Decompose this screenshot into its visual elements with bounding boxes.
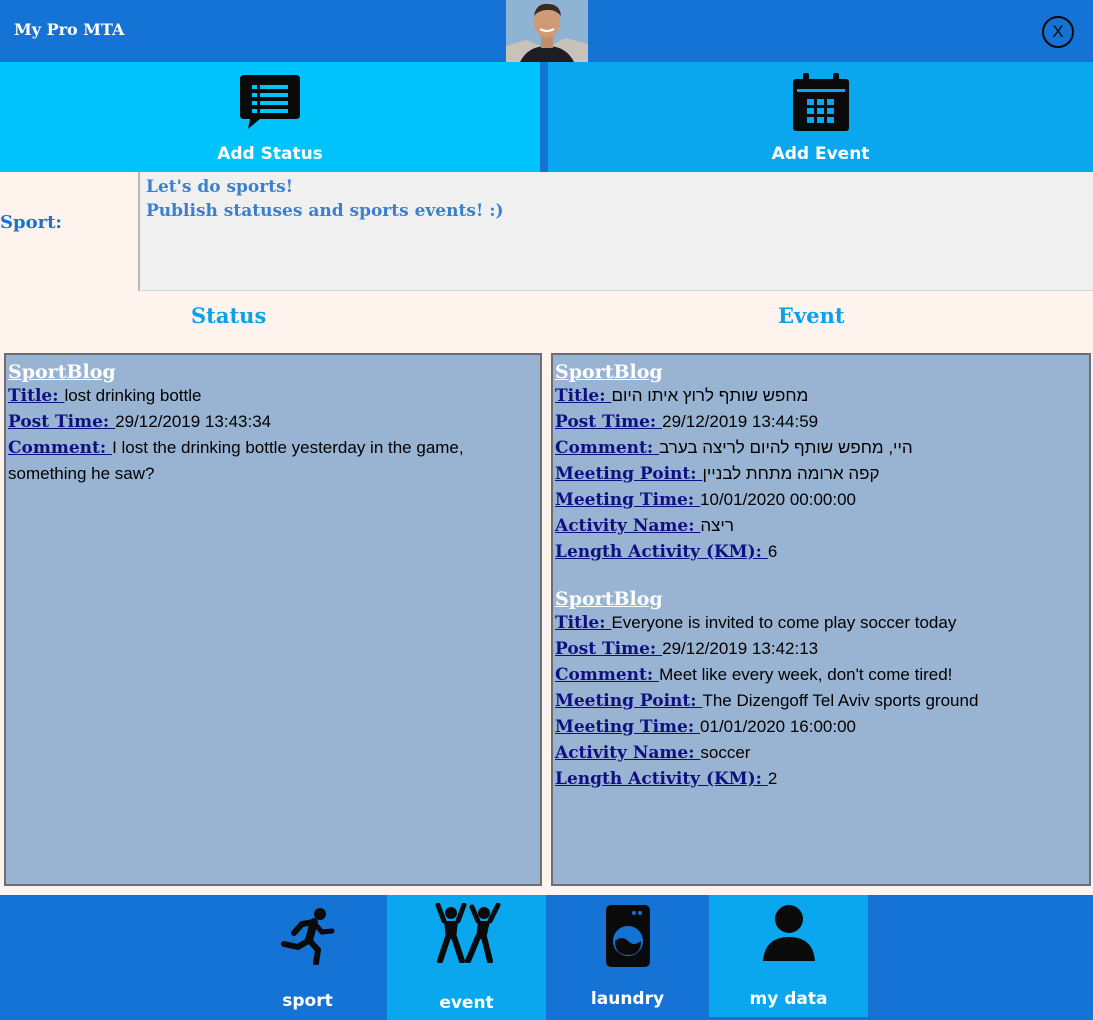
title-bar: My Pro MTA X xyxy=(0,0,1093,62)
title-label: Title: xyxy=(555,386,612,406)
close-button[interactable]: X xyxy=(1042,16,1074,48)
post-time-label: Post Time: xyxy=(555,639,663,659)
user-icon xyxy=(762,905,815,961)
post-title: מחפש שותף לרוץ איתו היום xyxy=(611,386,809,405)
comment-row: Comment: היי, מחפש שותף להיום לריצה בערב xyxy=(555,435,1087,461)
length-activity-label: Length Activity (KM): xyxy=(555,769,768,789)
post-time-row: Post Time: 29/12/2019 13:44:59 xyxy=(555,409,1087,435)
nav-my-data-label: my data xyxy=(749,989,828,1009)
meeting-time-row: Meeting Time: 01/01/2020 16:00:00 xyxy=(555,714,1087,740)
nav-item-my-data[interactable]: my data xyxy=(709,895,868,1017)
post-time-row: Post Time: 29/12/2019 13:42:13 xyxy=(555,636,1087,662)
sport-label: Sport: xyxy=(0,212,63,233)
comment-row: Comment: Meet like every week, don't com… xyxy=(555,662,1087,688)
event-post: SportBlog Title: Everyone is invited to … xyxy=(555,588,1087,792)
meeting-point-row: Meeting Point: קפה ארומה מתחת לבניין xyxy=(555,461,1087,487)
add-status-label: Add Status xyxy=(217,144,323,164)
post-time: 29/12/2019 13:42:13 xyxy=(662,639,819,658)
nav-item-sport[interactable]: sport xyxy=(228,895,387,1020)
comment-row: Comment: I lost the drinking bottle yest… xyxy=(8,435,538,486)
comment-label: Comment: xyxy=(555,438,660,458)
post-title-row: Title: Everyone is invited to come play … xyxy=(555,610,1087,636)
post-time-label: Post Time: xyxy=(8,412,116,432)
length-activity-label: Length Activity (KM): xyxy=(555,542,768,562)
activity-name: soccer xyxy=(700,743,751,762)
activity-name-label: Activity Name: xyxy=(555,516,701,536)
status-column-header: Status xyxy=(191,303,267,328)
add-event-label: Add Event xyxy=(771,144,870,164)
chat-bubble-icon xyxy=(240,75,300,129)
nav-item-laundry[interactable]: laundry xyxy=(548,895,707,1020)
length-activity-row: Length Activity (KM): 6 xyxy=(555,539,1087,565)
status-feed-panel[interactable]: SportBlog Title: lost drinking bottle Po… xyxy=(4,353,542,886)
sport-message-line: Let's do sports! xyxy=(146,177,294,197)
add-status-button[interactable]: Add Status xyxy=(0,62,540,172)
title-label: Title: xyxy=(555,613,612,633)
calendar-icon xyxy=(792,73,849,131)
comment-text: Meet like every week, don't come tired! xyxy=(659,665,953,684)
post-time: 29/12/2019 13:43:34 xyxy=(115,412,272,431)
close-icon: X xyxy=(1052,22,1064,41)
title-label: Title: xyxy=(8,386,65,406)
post-time-row: Post Time: 29/12/2019 13:43:34 xyxy=(8,409,538,435)
add-event-button[interactable]: Add Event xyxy=(548,62,1093,172)
length-activity: 2 xyxy=(767,769,778,788)
action-divider xyxy=(540,62,548,172)
blog-name[interactable]: SportBlog xyxy=(555,588,1087,610)
activity-name-row: Activity Name: soccer xyxy=(555,740,1087,766)
post-title-row: Title: lost drinking bottle xyxy=(8,383,538,409)
app-title: My Pro MTA xyxy=(14,20,125,39)
nav-item-event[interactable]: event xyxy=(387,895,546,1020)
meeting-point: קפה ארומה מתחת לבניין xyxy=(702,464,880,483)
meeting-time-label: Meeting Time: xyxy=(555,490,701,510)
washing-machine-icon xyxy=(605,905,650,967)
sport-message-line: Publish statuses and sports events! :) xyxy=(146,201,504,221)
comment-label: Comment: xyxy=(555,665,660,685)
post-title: lost drinking bottle xyxy=(64,386,202,405)
post-time: 29/12/2019 13:44:59 xyxy=(662,412,819,431)
post-title-row: Title: מחפש שותף לרוץ איתו היום xyxy=(555,383,1087,409)
length-activity-row: Length Activity (KM): 2 xyxy=(555,766,1087,792)
activity-name-row: Activity Name: ריצה xyxy=(555,513,1087,539)
meeting-time: 01/01/2020 16:00:00 xyxy=(700,717,857,736)
post-title: Everyone is invited to come play soccer … xyxy=(611,613,957,632)
bottom-nav: sport event laundry my data xyxy=(0,895,1093,1020)
meeting-point-row: Meeting Point: The Dizengoff Tel Aviv sp… xyxy=(555,688,1087,714)
meeting-time: 10/01/2020 00:00:00 xyxy=(700,490,857,509)
meeting-point-label: Meeting Point: xyxy=(555,464,703,484)
meeting-time-row: Meeting Time: 10/01/2020 00:00:00 xyxy=(555,487,1087,513)
nav-sport-label: sport xyxy=(282,991,333,1011)
length-activity: 6 xyxy=(767,542,778,561)
blog-name[interactable]: SportBlog xyxy=(555,361,1087,383)
meeting-time-label: Meeting Time: xyxy=(555,717,701,737)
avatar xyxy=(506,0,588,62)
people-cheering-icon xyxy=(435,903,500,963)
nav-laundry-label: laundry xyxy=(590,989,665,1009)
meeting-point: The Dizengoff Tel Aviv sports ground xyxy=(702,691,979,710)
nav-event-label: event xyxy=(439,993,494,1013)
event-post: SportBlog Title: מחפש שותף לרוץ איתו היו… xyxy=(555,361,1087,565)
event-feed-panel[interactable]: SportBlog Title: מחפש שותף לרוץ איתו היו… xyxy=(551,353,1091,886)
sport-message-box: Let's do sports! Publish statuses and sp… xyxy=(138,172,1093,291)
comment-label: Comment: xyxy=(8,438,113,458)
comment-text: היי, מחפש שותף להיום לריצה בערב xyxy=(659,438,913,457)
meeting-point-label: Meeting Point: xyxy=(555,691,703,711)
event-column-header: Event xyxy=(778,303,845,328)
post-time-label: Post Time: xyxy=(555,412,663,432)
runner-icon xyxy=(280,908,334,965)
activity-name-label: Activity Name: xyxy=(555,743,701,763)
status-post: SportBlog Title: lost drinking bottle Po… xyxy=(8,361,538,486)
blog-name[interactable]: SportBlog xyxy=(8,361,538,383)
activity-name: ריצה xyxy=(700,516,734,535)
